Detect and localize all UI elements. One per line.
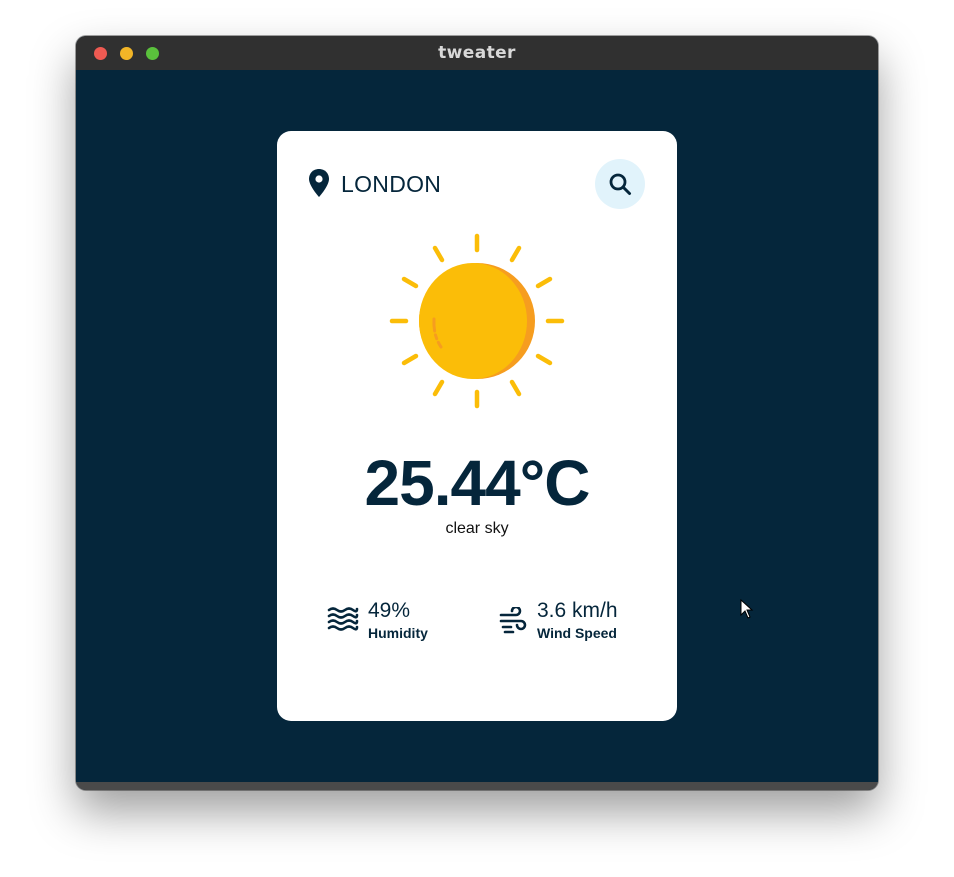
wind-speed-value: 3.6 km/h — [537, 599, 618, 622]
sun-icon — [389, 233, 565, 409]
humidity-value: 49% — [368, 599, 411, 622]
window-bottom-edge — [76, 782, 878, 790]
map-pin-icon — [309, 169, 329, 197]
search-icon — [609, 173, 631, 195]
search-button[interactable] — [595, 159, 645, 209]
title-bar[interactable]: tweater — [76, 36, 878, 70]
location-name: LONDON — [341, 171, 442, 197]
weather-card: LONDON 25.44°C clear sky 49% Humidity 3.… — [277, 131, 677, 721]
temperature-value: 25.44°C — [364, 447, 591, 519]
app-window: tweater LONDON 25.44°C clear sky 49% Hum… — [76, 36, 878, 790]
wind-icon — [499, 607, 527, 634]
humidity-label: Humidity — [368, 625, 428, 641]
weather-description: clear sky — [445, 520, 509, 537]
humidity-waves-icon — [327, 607, 359, 631]
wind-speed-label: Wind Speed — [537, 625, 617, 641]
app-content: LONDON 25.44°C clear sky 49% Humidity 3.… — [76, 70, 878, 782]
mouse-pointer-icon — [740, 599, 754, 619]
window-title: tweater — [438, 43, 516, 63]
